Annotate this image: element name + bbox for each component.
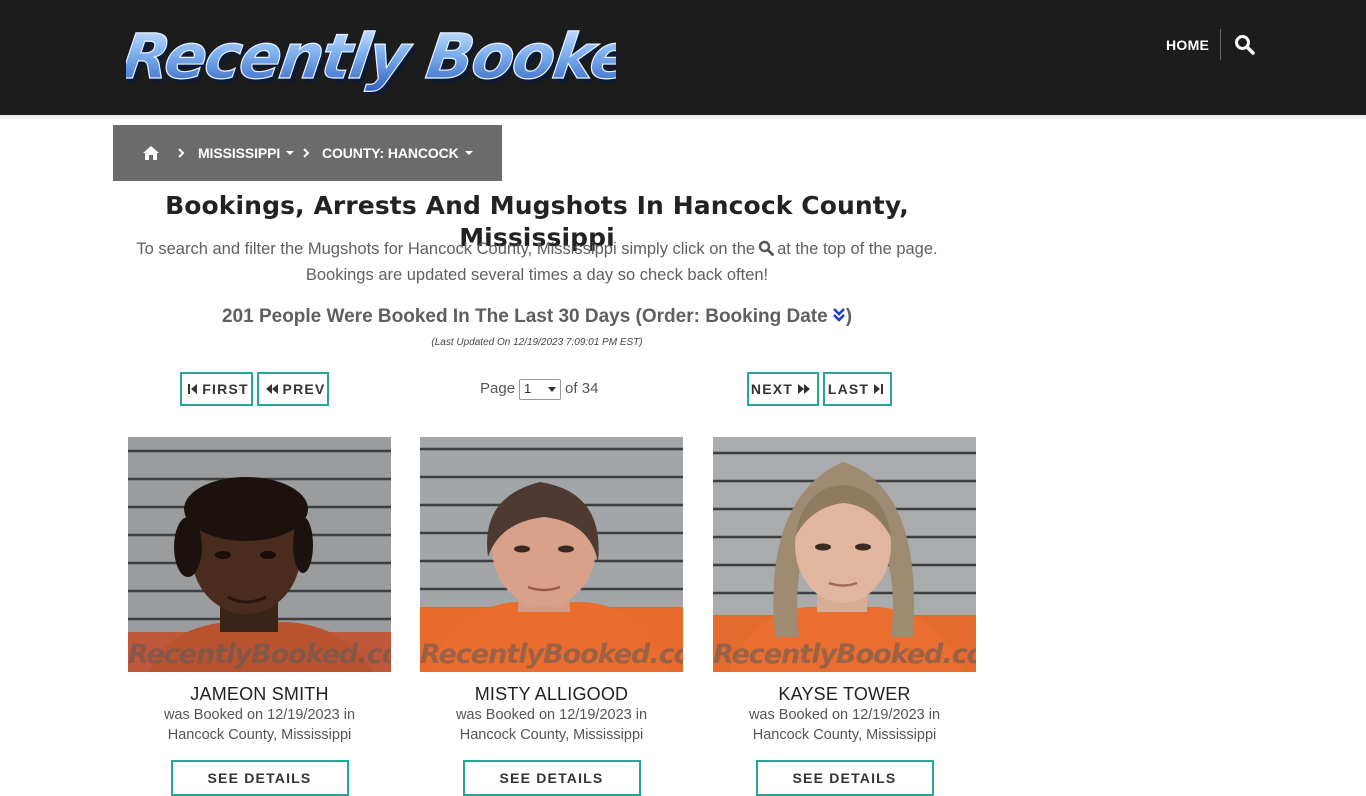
skip-last-icon bbox=[874, 384, 884, 394]
booking-count-text: 201 People Were Booked In The Last 30 Da… bbox=[221, 306, 828, 327]
description-text: To search and filter the Mugshots for Ha… bbox=[136, 240, 756, 258]
breadcrumb-county-label: COUNTY: HANCOCK bbox=[322, 145, 459, 161]
watermark: RecentlyBooked.com bbox=[713, 639, 976, 670]
breadcrumb-state-dropdown[interactable]: MISSISSIPPI bbox=[198, 145, 295, 161]
last-page-button[interactable]: LAST bbox=[823, 372, 892, 406]
chevron-right-icon bbox=[176, 146, 186, 160]
mugshot-image[interactable]: RecentlyBooked.com bbox=[128, 437, 391, 672]
caret-down-icon bbox=[464, 151, 473, 155]
next-page-button[interactable]: NEXT bbox=[747, 372, 819, 406]
booked-location: Hancock County, Mississippi bbox=[459, 727, 644, 743]
top-navbar: Recently Booked Recently Booked HOME bbox=[0, 0, 1366, 115]
booked-location: Hancock County, Mississippi bbox=[752, 727, 937, 743]
caret-down-icon bbox=[286, 151, 295, 155]
sort-desc-icon[interactable] bbox=[832, 305, 846, 322]
last-updated-text: (Last Updated On 12/19/2023 7:09:01 PM E… bbox=[431, 337, 643, 348]
nav-home-link[interactable]: HOME bbox=[1166, 36, 1209, 54]
booked-location: Hancock County, Mississippi bbox=[167, 727, 352, 743]
search-icon bbox=[758, 238, 774, 256]
page-total: of 34 bbox=[565, 380, 599, 397]
page-label: Page bbox=[480, 380, 516, 397]
mugshot-image[interactable]: RecentlyBooked.com bbox=[713, 437, 976, 672]
chevron-right-icon bbox=[301, 146, 311, 160]
header-shadow bbox=[0, 115, 1366, 121]
first-label: FIRST bbox=[202, 381, 249, 397]
person-name[interactable]: JAMEON SMITH bbox=[128, 683, 391, 705]
booking-count-heading: 201 People Were Booked In The Last 30 Da… bbox=[113, 304, 961, 330]
booked-text: was Booked on 12/19/2023 in bbox=[748, 707, 941, 723]
fast-forward-icon bbox=[798, 384, 811, 394]
description-text: at the top of the page. bbox=[777, 240, 938, 258]
person-name[interactable]: KAYSE TOWER bbox=[713, 683, 976, 705]
site-logo[interactable]: Recently Booked Recently Booked bbox=[126, 18, 616, 94]
booking-card: RecentlyBooked.com KAYSE TOWER was Booke… bbox=[713, 437, 976, 796]
next-label: NEXT bbox=[750, 381, 794, 397]
breadcrumb-state-label: MISSISSIPPI bbox=[198, 145, 281, 161]
see-details-button[interactable]: SEE DETAILS bbox=[755, 760, 934, 796]
booking-card: RecentlyBooked.com JAMEON SMITH was Book… bbox=[128, 437, 391, 796]
search-icon[interactable] bbox=[1234, 34, 1256, 56]
prev-label: PREV bbox=[282, 381, 326, 397]
page-indicator: Page 1 of 34 bbox=[480, 378, 598, 400]
first-page-button[interactable]: FIRST bbox=[180, 372, 253, 406]
person-name[interactable]: MISTY ALLIGOOD bbox=[420, 683, 683, 705]
skip-first-icon bbox=[188, 384, 198, 394]
watermark: RecentlyBooked.com bbox=[420, 639, 683, 670]
see-details-button[interactable]: SEE DETAILS bbox=[170, 760, 349, 796]
booking-count-close: ) bbox=[845, 306, 853, 327]
svg-text:Recently Booked: Recently Booked bbox=[126, 20, 616, 93]
watermark: RecentlyBooked.com bbox=[128, 639, 391, 670]
page-select[interactable]: 1 bbox=[519, 378, 562, 400]
home-icon[interactable] bbox=[142, 145, 160, 161]
booking-card: RecentlyBooked.com MISTY ALLIGOOD was Bo… bbox=[420, 437, 683, 796]
booked-text: was Booked on 12/19/2023 in bbox=[163, 707, 356, 723]
description-line-1: To search and filter the Mugshots for Ha… bbox=[113, 236, 961, 262]
mugshot-image[interactable]: RecentlyBooked.com bbox=[420, 437, 683, 672]
description-line-2: Bookings are updated several times a day… bbox=[305, 266, 769, 284]
logo-wordmark: Recently Booked Recently Booked bbox=[126, 20, 616, 94]
prev-page-button[interactable]: PREV bbox=[257, 372, 329, 406]
booked-text: was Booked on 12/19/2023 in bbox=[455, 707, 648, 723]
last-label: LAST bbox=[827, 381, 870, 397]
nav-divider bbox=[1220, 29, 1221, 60]
page-select-value: 1 bbox=[524, 381, 532, 396]
breadcrumb-county-dropdown[interactable]: COUNTY: HANCOCK bbox=[322, 145, 473, 161]
see-details-button[interactable]: SEE DETAILS bbox=[462, 760, 641, 796]
rewind-icon bbox=[265, 384, 278, 394]
chevron-down-icon bbox=[548, 386, 557, 392]
